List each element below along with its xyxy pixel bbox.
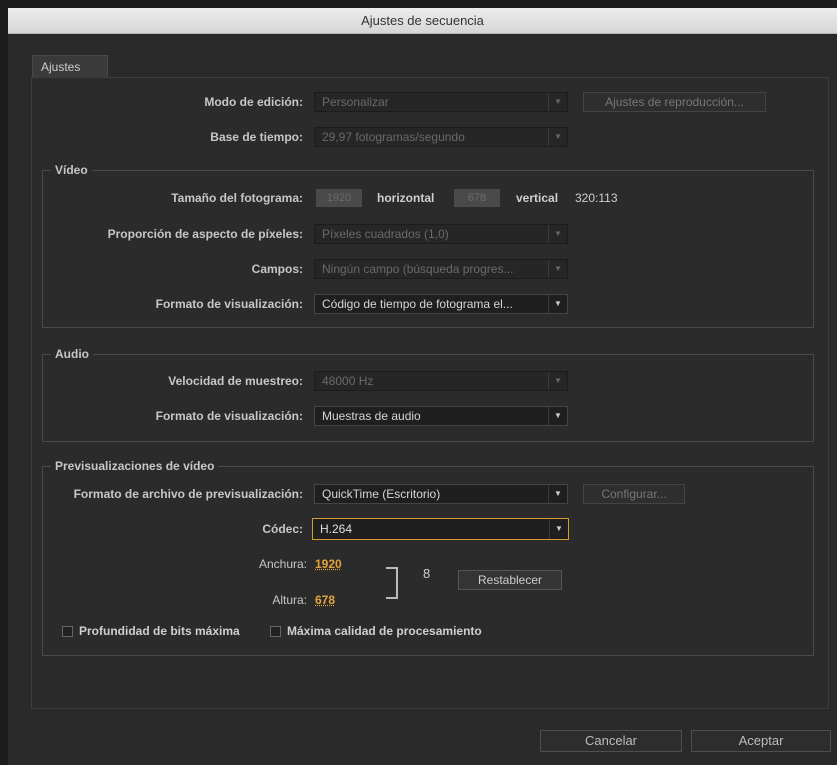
max-bit-depth-label: Profundidad de bits máxima (79, 624, 240, 638)
tab-settings[interactable]: Ajustes (32, 55, 108, 77)
video-group-title: Vídeo (51, 162, 92, 178)
chevron-down-icon: ▼ (548, 372, 567, 390)
link-icon[interactable]: 8 (423, 564, 430, 584)
cancel-button[interactable]: Cancelar (540, 730, 682, 752)
chevron-down-icon: ▼ (549, 519, 568, 539)
sample-rate-dropdown[interactable]: 48000 Hz ▼ (314, 371, 568, 391)
edit-mode-dropdown[interactable]: Personalizar ▼ (314, 92, 568, 112)
preview-file-format-dropdown[interactable]: QuickTime (Escritorio) ▼ (314, 484, 568, 504)
edit-mode-label: Modo de edición: (204, 95, 303, 109)
frame-width-field[interactable]: 1920 (316, 189, 362, 207)
codec-dropdown[interactable]: H.264 ▼ (312, 518, 569, 540)
preview-file-format-value: QuickTime (Escritorio) (322, 487, 441, 501)
audio-group: Audio (42, 346, 814, 442)
codec-value: H.264 (320, 522, 353, 536)
video-display-format-label: Formato de visualización: (155, 297, 303, 311)
fields-dropdown[interactable]: Ningún campo (búsqueda progres... ▼ (314, 259, 568, 279)
fields-value: Ningún campo (búsqueda progres... (322, 262, 514, 276)
preview-file-format-label: Formato de archivo de previsualización: (73, 487, 303, 501)
video-previews-group-title: Previsualizaciones de vídeo (51, 458, 219, 474)
chevron-down-icon: ▼ (548, 295, 567, 313)
accept-button[interactable]: Aceptar (691, 730, 831, 752)
chevron-down-icon: ▼ (548, 93, 567, 111)
width-label: Anchura: (258, 557, 307, 571)
sample-rate-value: 48000 Hz (322, 374, 374, 388)
link-bracket (386, 567, 398, 599)
codec-label: Códec: (262, 522, 303, 536)
window-title: Ajustes de secuencia (8, 8, 837, 34)
audio-display-format-dropdown[interactable]: Muestras de audio ▼ (314, 406, 568, 426)
height-label: Altura: (272, 593, 307, 607)
pixel-aspect-dropdown[interactable]: Píxeles cuadrados (1,0) ▼ (314, 224, 568, 244)
video-display-format-value: Código de tiempo de fotograma el... (322, 297, 513, 311)
audio-group-title: Audio (51, 346, 93, 362)
max-render-quality-checkbox[interactable] (270, 626, 281, 637)
aspect-ratio-text: 320:113 (575, 191, 618, 205)
playback-settings-button[interactable]: Ajustes de reproducción... (583, 92, 766, 112)
timebase-label: Base de tiempo: (210, 130, 303, 144)
chevron-down-icon: ▼ (548, 485, 567, 503)
video-display-format-dropdown[interactable]: Código de tiempo de fotograma el... ▼ (314, 294, 568, 314)
chevron-down-icon: ▼ (548, 260, 567, 278)
edit-mode-value: Personalizar (322, 95, 389, 109)
max-bit-depth-checkbox[interactable] (62, 626, 73, 637)
chevron-down-icon: ▼ (548, 128, 567, 146)
audio-display-format-label: Formato de visualización: (155, 409, 303, 423)
width-value[interactable]: 1920 (315, 554, 342, 574)
pixel-aspect-value: Píxeles cuadrados (1,0) (322, 227, 449, 241)
pixel-aspect-label: Proporción de aspecto de píxeles: (107, 227, 303, 241)
max-render-quality-label: Máxima calidad de procesamiento (287, 624, 482, 638)
chevron-down-icon: ▼ (548, 225, 567, 243)
vertical-label: vertical (516, 191, 559, 205)
sample-rate-label: Velocidad de muestreo: (168, 374, 303, 388)
timebase-value: 29,97 fotogramas/segundo (322, 130, 465, 144)
height-value[interactable]: 678 (315, 590, 335, 610)
frame-height-field[interactable]: 678 (454, 189, 500, 207)
timebase-dropdown[interactable]: 29,97 fotogramas/segundo ▼ (314, 127, 568, 147)
chevron-down-icon: ▼ (548, 407, 567, 425)
audio-display-format-value: Muestras de audio (322, 409, 421, 423)
frame-size-label: Tamaño del fotograma: (171, 191, 303, 205)
reset-button[interactable]: Restablecer (458, 570, 562, 590)
fields-label: Campos: (251, 262, 303, 276)
horizontal-label: horizontal (377, 191, 435, 205)
configure-button[interactable]: Configurar... (583, 484, 685, 504)
